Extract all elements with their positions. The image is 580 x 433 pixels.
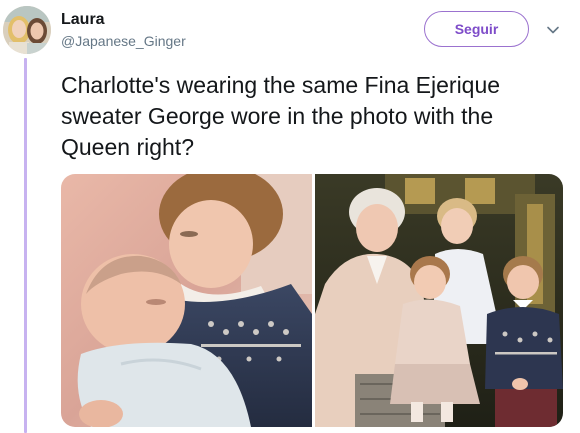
follow-button[interactable]: Seguir <box>424 11 529 47</box>
tweet-text: Charlotte's wearing the same Fina Ejeriq… <box>61 72 501 160</box>
avatar-image <box>3 6 51 54</box>
media-grid[interactable] <box>61 174 563 427</box>
thread-line <box>24 58 27 433</box>
author-block[interactable]: Laura @Japanese_Ginger <box>61 10 186 50</box>
author-name[interactable]: Laura <box>61 10 186 30</box>
author-handle[interactable]: @Japanese_Ginger <box>61 32 186 50</box>
avatar[interactable] <box>3 6 51 54</box>
tweet: Laura @Japanese_Ginger Seguir Charlotte'… <box>0 0 580 433</box>
photo-family[interactable] <box>315 174 563 427</box>
photo-children[interactable] <box>61 174 312 427</box>
chevron-down-icon[interactable] <box>545 22 561 38</box>
